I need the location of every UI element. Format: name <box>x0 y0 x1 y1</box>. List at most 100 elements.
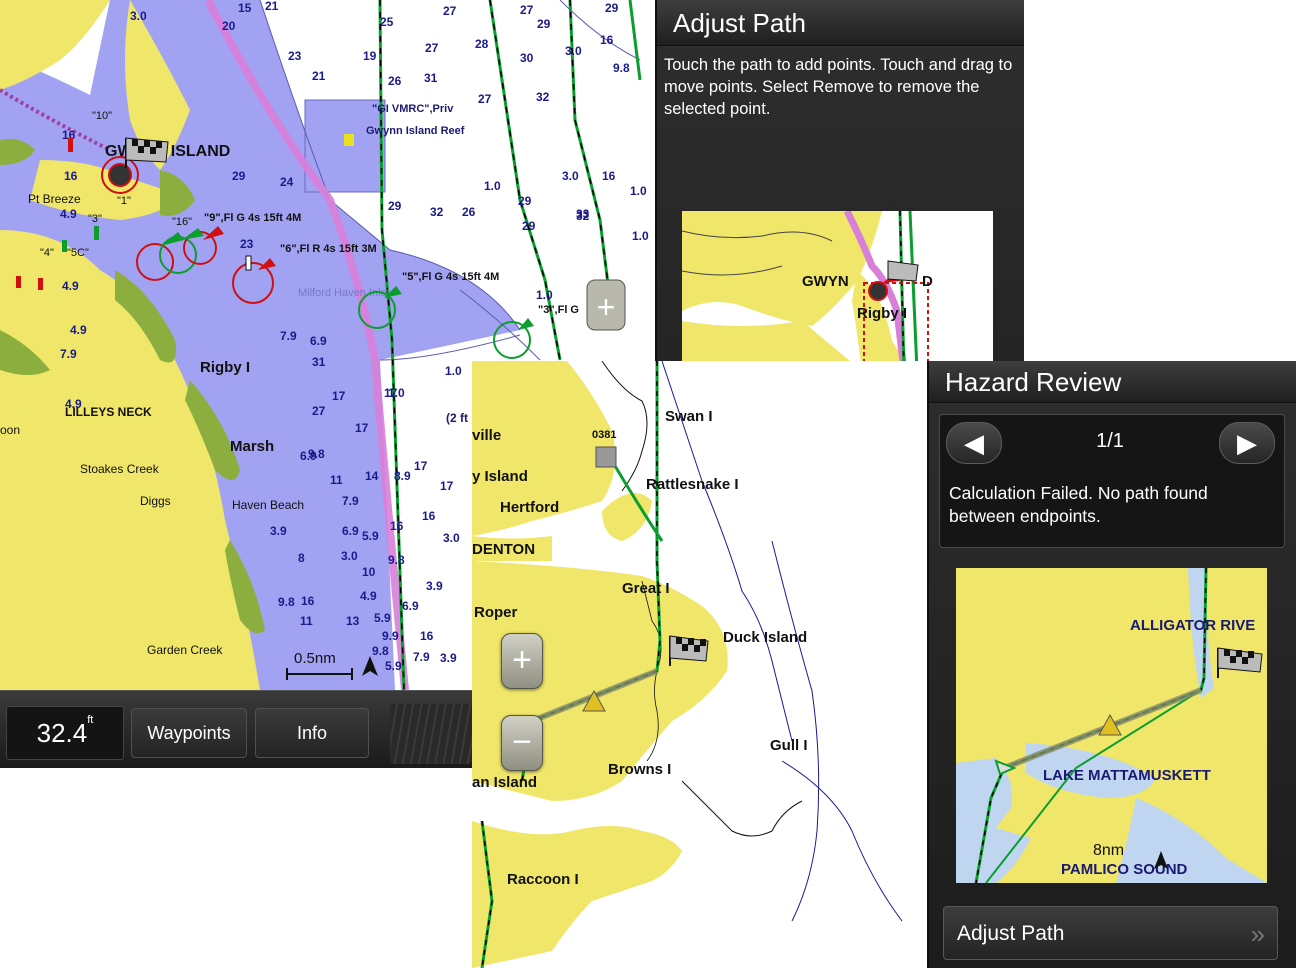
depth-sounding: 16 <box>420 629 434 643</box>
hazard-review-title: Hazard Review <box>929 361 1296 403</box>
buoy-label-16: "16" <box>172 216 192 228</box>
label-great: Great I <box>622 580 670 597</box>
depth-sounding: 31 <box>424 71 438 85</box>
depth-sounding: 23 <box>240 237 254 251</box>
depth-sounding: 1.0 <box>445 364 462 378</box>
depth-sounding: 7.9 <box>413 650 430 664</box>
depth-sounding: 31 <box>312 355 326 369</box>
depth-sounding: 23 <box>288 49 302 63</box>
adjust-path-preview-map[interactable]: GWYN D Rigby I <box>682 211 993 371</box>
buoy-label-5c: "5C" <box>67 247 89 259</box>
depth-sounding: 8.9 <box>394 469 411 483</box>
depth-sounding: 32 <box>576 209 590 223</box>
depth-sounding: 9.8 <box>388 553 405 567</box>
label-ville: ville <box>472 427 501 444</box>
depth-sounding: 4.9 <box>65 397 82 411</box>
depth-sounding: 4.9 <box>70 323 87 337</box>
preview-label-alligator: ALLIGATOR RIVE <box>1130 617 1255 634</box>
marker-icon <box>595 446 617 468</box>
depth-sounding: 3.0 <box>341 549 358 563</box>
depth-sounding: 9.8 <box>372 644 389 658</box>
hazard-preview-map[interactable]: ALLIGATOR RIVE LAKE MATTAMUSKETT PAMLICO… <box>956 568 1267 883</box>
buoy-label-3b: "3",Fl G <box>538 304 579 316</box>
label-gull: Gull I <box>770 737 808 754</box>
depth-sounding: 21 <box>265 0 279 13</box>
depth-sounding: 13 <box>346 614 360 628</box>
label-edenton: DENTON <box>472 541 535 558</box>
depth-sounding: 16 <box>390 519 404 533</box>
depth-sounding: 11 <box>330 473 343 487</box>
label-marsh: Marsh <box>230 438 274 455</box>
buoy-label-3: "3" <box>88 213 102 225</box>
preview-label-d: D <box>922 273 933 290</box>
preview-label-lake: LAKE MATTAMUSKETT <box>1043 767 1211 784</box>
label-rigby: Rigby I <box>200 359 250 376</box>
depth-sounding: 4.9 <box>62 279 79 293</box>
svg-text:+: + <box>597 289 616 325</box>
previous-hazard-button[interactable]: ◀ <box>946 422 1002 464</box>
depth-sounding: 3.0 <box>562 169 579 183</box>
depth-sounding: 4.9 <box>360 589 377 603</box>
depth-sounding: 10 <box>362 565 376 579</box>
depth-sounding: 16 <box>600 33 614 47</box>
preview-label-gwynn: GWYN <box>802 273 849 290</box>
depth-sounding: 27 <box>520 3 534 17</box>
adjust-path-instructions: Touch the path to add points. Touch and … <box>664 56 1013 118</box>
zoom-in-button[interactable]: + <box>586 279 626 331</box>
label-swan: Swan I <box>665 408 713 425</box>
label-diggs: Diggs <box>140 494 171 508</box>
adjust-path-title: Adjust Path <box>657 0 1024 46</box>
depth-sounding: 5.9 <box>374 611 391 625</box>
depth-sounding: 3.0 <box>565 44 582 58</box>
depth-sounding: 30 <box>520 51 534 65</box>
depth-sounding: 16 <box>64 169 78 183</box>
depth-sounding: 1.0 <box>536 288 553 302</box>
depth-sounding: 11 <box>300 614 313 628</box>
depth-sounding: 9.9 <box>382 629 399 643</box>
depth-sounding: 29 <box>605 1 619 15</box>
zoom-in-button-2[interactable]: + <box>501 633 543 689</box>
adjust-path-button[interactable]: Adjust Path » <box>943 906 1278 960</box>
label-rattlesnake: Rattlesnake I <box>646 476 739 493</box>
label-browns: Browns I <box>608 761 671 778</box>
depth-sounding: 4.9 <box>60 207 77 221</box>
label-gwynn-reef: Gwynn Island Reef <box>366 125 465 137</box>
depth-sounding: 1.0 <box>632 229 649 243</box>
toolbar-grip-icon[interactable] <box>390 704 472 764</box>
depth-sounding: 32 <box>536 90 550 104</box>
label-2ft: (2 ft <box>446 411 468 425</box>
info-button[interactable]: Info <box>255 708 369 758</box>
depth-sounding: 3.9 <box>270 524 287 538</box>
zoom-out-button[interactable]: − <box>501 715 543 771</box>
depth-sounding: 28 <box>475 37 489 51</box>
buoy-label-6: "6",Fl R 4s 15ft 3M <box>280 243 377 255</box>
depth-sounding: 3.9 <box>426 579 443 593</box>
depth-sounding: 29 <box>522 219 536 233</box>
buoy-label-4: "4" <box>40 247 54 259</box>
preview-scale-label: 8nm <box>1093 842 1124 859</box>
preview-label-rigby: Rigby I <box>857 305 907 322</box>
depth-sounding: 14 <box>365 469 379 483</box>
depth-sounding: 26 <box>388 74 402 88</box>
depth-sounding: 5.9 <box>362 529 379 543</box>
depth-sounding: 16 <box>422 509 436 523</box>
depth-sounding: 3.0 <box>443 531 460 545</box>
depth-sounding: 5.9 <box>385 659 402 673</box>
label-island: y Island <box>472 468 528 485</box>
depth-sounding: 17 <box>414 459 428 473</box>
depth-sounding: 25 <box>380 15 394 29</box>
label-garden-creek: Garden Creek <box>147 643 223 657</box>
depth-sounding: 9.8 <box>613 61 630 75</box>
waypoints-button[interactable]: Waypoints <box>131 708 247 758</box>
depth-sounding: 7.9 <box>60 347 77 361</box>
next-hazard-button[interactable]: ▶ <box>1219 422 1275 464</box>
buoy-label-5: "5",Fl G 4s 15ft 4M <box>402 271 499 283</box>
double-chevron-icon: » <box>1250 919 1265 949</box>
label-duck: Duck Island <box>723 629 807 646</box>
depth-sounding: 3.9 <box>440 651 457 665</box>
depth-sounding: 26 <box>462 205 476 219</box>
depth-sounding: 6.9 <box>310 334 327 348</box>
depth-sounding: 27 <box>425 41 439 55</box>
preview-label-pamlico: PAMLICO SOUND <box>1061 861 1188 878</box>
buoy-label-9: "9",Fl G 4s 15ft 4M <box>204 212 301 224</box>
